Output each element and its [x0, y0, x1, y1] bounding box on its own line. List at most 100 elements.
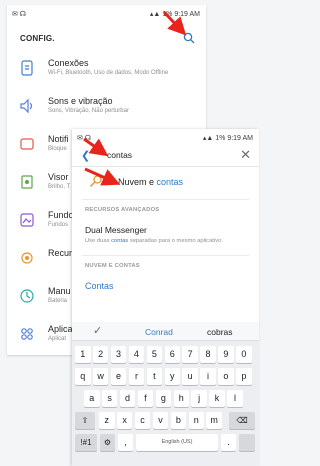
- key-q[interactable]: q: [75, 368, 91, 385]
- key-e[interactable]: e: [110, 368, 127, 385]
- checkmark-icon[interactable]: ✓: [93, 324, 102, 337]
- key-n[interactable]: n: [188, 412, 204, 429]
- settings-item-title: Sons e vibração: [48, 96, 113, 106]
- settings-item-subtitle: Bloque: [48, 146, 67, 152]
- key-j[interactable]: j: [191, 390, 207, 407]
- notifications-icon: [20, 138, 34, 150]
- settings-item-subtitle: Aplicat: [48, 336, 67, 342]
- search-screen: ✉ ☊ ▴▲ 1% 9:19 AM ❮ contas ✕ Nuvem e con…: [72, 129, 259, 466]
- settings-item-title: Notifi: [48, 134, 69, 144]
- settings-item-subtitle: Fundos: [48, 222, 69, 228]
- signal-icon: ▴▲: [202, 135, 214, 142]
- key-l[interactable]: l: [227, 390, 243, 407]
- key-h[interactable]: h: [173, 390, 189, 407]
- key-t[interactable]: t: [146, 368, 163, 385]
- key-p[interactable]: p: [236, 368, 252, 385]
- status-bar: ✉ ☊ ▴▲ 1% 9:19 AM: [72, 129, 259, 146]
- signal-icon: ▴▲: [149, 11, 161, 18]
- settings-item-title: Recur: [48, 248, 73, 258]
- display-icon: [21, 175, 33, 189]
- notification-icons: ✉ ☊: [77, 135, 92, 142]
- battery-level: 1%: [162, 11, 173, 18]
- key-4[interactable]: 4: [128, 346, 145, 363]
- status-bar: ✉ ☊ ▴▲ 1% 9:19 AM: [7, 5, 206, 22]
- notification-icons: ✉ ☊: [12, 11, 27, 18]
- search-history-icon: [89, 175, 102, 187]
- contas-result[interactable]: Contas: [85, 281, 114, 291]
- section-header-advanced: RECURSOS AVANÇADOS: [85, 207, 160, 213]
- key-o[interactable]: o: [218, 368, 234, 385]
- key-v[interactable]: v: [152, 412, 169, 429]
- key-8[interactable]: 8: [200, 346, 216, 363]
- back-arrow-icon[interactable]: ❮: [81, 149, 90, 162]
- settings-item-title: Aplica: [48, 324, 73, 334]
- key-9[interactable]: 9: [218, 346, 234, 363]
- page-title: CONFIG.: [20, 34, 55, 43]
- status-time: 9:19 AM: [227, 135, 253, 142]
- key-7[interactable]: 7: [182, 346, 198, 363]
- backspace-key[interactable]: ⌫: [229, 412, 255, 429]
- prediction-2[interactable]: cobras: [207, 327, 233, 337]
- advanced-features-icon: [21, 252, 33, 264]
- key-k[interactable]: k: [209, 390, 225, 407]
- status-right: ▴▲ 1% 9:19 AM: [150, 10, 200, 18]
- settings-gear-icon[interactable]: ⚙: [100, 434, 115, 451]
- close-icon[interactable]: ✕: [240, 147, 251, 163]
- apps-icon: [21, 328, 33, 340]
- key-s[interactable]: s: [101, 390, 118, 407]
- search-input[interactable]: contas: [107, 150, 132, 160]
- status-time: 9:19 AM: [174, 11, 200, 18]
- key-b[interactable]: b: [170, 412, 187, 429]
- status-right: ▴▲ 1% 9:19 AM: [203, 134, 253, 142]
- prediction-bar: ✓ Conrad cobras: [72, 322, 259, 341]
- key-a[interactable]: a: [84, 390, 100, 407]
- key-5[interactable]: 5: [146, 346, 163, 363]
- connections-icon: [21, 60, 33, 76]
- key-u[interactable]: u: [182, 368, 198, 385]
- keyboard: ✓ Conrad cobras 1234567890 qwertyuiop asdf…: [72, 322, 259, 466]
- shift-key[interactable]: ⇧: [75, 412, 95, 429]
- enter-key[interactable]: [239, 434, 255, 451]
- suggestion-text: Nuvem e: [118, 177, 157, 187]
- symbols-key[interactable]: !#1: [75, 434, 97, 451]
- battery-level: 1%: [215, 135, 226, 142]
- key-z[interactable]: z: [99, 412, 115, 429]
- sound-icon: [20, 98, 33, 114]
- key-2[interactable]: 2: [92, 346, 109, 363]
- key-c[interactable]: c: [134, 412, 151, 429]
- key-r[interactable]: r: [128, 368, 145, 385]
- search-suggestion[interactable]: Nuvem e contas: [118, 177, 183, 187]
- settings-item-title: Conexões: [48, 58, 89, 68]
- comma-key[interactable]: ,: [118, 434, 133, 451]
- key-y[interactable]: y: [164, 368, 180, 385]
- settings-item[interactable]: Sons e vibração Sons, Vibração, Não pertu…: [7, 90, 206, 128]
- divider: [82, 199, 249, 200]
- key-w[interactable]: w: [92, 368, 109, 385]
- settings-item-subtitle: Wi-Fi, Bluetooth, Uso de dados, Modo Off…: [48, 70, 169, 76]
- search-icon[interactable]: [183, 32, 195, 44]
- key-x[interactable]: x: [116, 412, 133, 429]
- key-1[interactable]: 1: [75, 346, 91, 363]
- desc-suffix: separadas para o mesmo aplicativo.: [128, 238, 223, 244]
- search-bar: ❮ contas ✕: [72, 146, 259, 167]
- prediction-1[interactable]: Conrad: [145, 327, 173, 337]
- settings-item[interactable]: Conexões Wi-Fi, Bluetooth, Uso de dados, …: [7, 52, 206, 90]
- key-d[interactable]: d: [119, 390, 136, 407]
- settings-item-title: Manu: [48, 286, 71, 296]
- settings-item-subtitle: Brilho, T: [48, 184, 71, 190]
- key-f[interactable]: f: [137, 390, 154, 407]
- settings-item-subtitle: Bateria: [48, 298, 68, 304]
- dual-messenger-result[interactable]: Dual Messenger: [85, 225, 147, 235]
- maintenance-icon: [20, 289, 34, 303]
- key-i[interactable]: i: [200, 368, 216, 385]
- section-header-cloud: NUVEM E CONTAS: [85, 263, 140, 269]
- period-key[interactable]: .: [221, 434, 236, 451]
- key-6[interactable]: 6: [164, 346, 180, 363]
- space-bar[interactable]: English (US): [136, 434, 218, 451]
- key-3[interactable]: 3: [110, 346, 127, 363]
- settings-item-subtitle: Sons, Vibração, Não perturbar: [48, 108, 129, 114]
- settings-item-title: Fundo: [48, 210, 74, 220]
- key-g[interactable]: g: [155, 390, 172, 407]
- key-0[interactable]: 0: [236, 346, 252, 363]
- key-m[interactable]: m: [206, 412, 222, 429]
